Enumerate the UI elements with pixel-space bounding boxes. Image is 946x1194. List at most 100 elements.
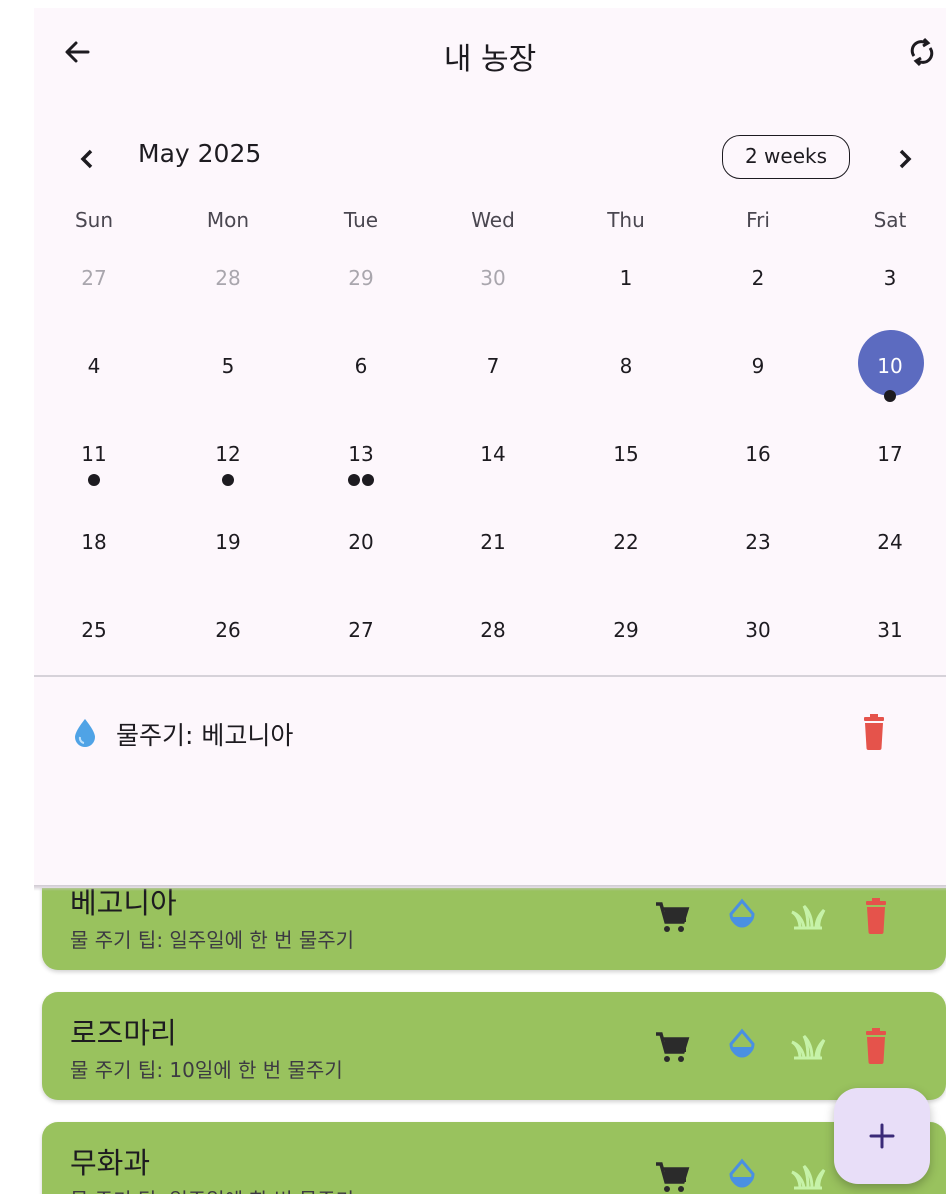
calendar-day[interactable]: 3 <box>824 248 946 334</box>
calendar-day[interactable]: 2 <box>692 248 824 334</box>
calendar-day[interactable]: 12 <box>162 424 294 510</box>
event-label: 물주기: 베고니아 <box>116 721 294 750</box>
calendar-day[interactable]: 30 <box>692 600 824 686</box>
event-markers <box>162 474 294 486</box>
water-level-icon[interactable] <box>722 896 762 936</box>
day-number: 30 <box>745 618 771 642</box>
day-number: 24 <box>877 530 903 554</box>
day-number: 17 <box>877 442 903 466</box>
plant-name: 베고니아 <box>70 888 177 920</box>
app-bar: 내 농장 <box>34 8 946 100</box>
plant-card[interactable]: 로즈마리 물 주기 팁: 10일에 한 번 물주기 <box>42 992 946 1100</box>
event-markers <box>34 474 160 486</box>
calendar-day[interactable]: 7 <box>427 336 559 422</box>
format-button[interactable]: 2 weeks <box>722 135 850 179</box>
day-number: 11 <box>81 442 107 466</box>
plus-icon <box>862 1116 902 1156</box>
day-number: 14 <box>480 442 506 466</box>
shopping-cart-icon[interactable] <box>652 1156 692 1194</box>
calendar-day[interactable]: 8 <box>560 336 692 422</box>
trash-icon[interactable] <box>856 896 896 936</box>
grass-icon[interactable] <box>788 1026 828 1066</box>
event-item[interactable]: 물주기: 베고니아 <box>70 708 900 756</box>
calendar-day[interactable]: 28 <box>427 600 559 686</box>
calendar-day[interactable]: 1 <box>560 248 692 334</box>
day-number: 26 <box>215 618 241 642</box>
chevron-left-icon[interactable] <box>70 141 106 177</box>
grass-icon[interactable] <box>788 896 828 936</box>
calendar-day[interactable]: 24 <box>824 512 946 598</box>
day-number: 27 <box>348 618 374 642</box>
calendar-day[interactable]: 23 <box>692 512 824 598</box>
shopping-cart-icon[interactable] <box>652 1026 692 1066</box>
calendar-day[interactable]: 21 <box>427 512 559 598</box>
weekday-label: Tue <box>343 208 379 232</box>
calendar-day[interactable]: 25 <box>34 600 160 686</box>
day-number: 5 <box>221 354 235 378</box>
trash-icon[interactable] <box>856 712 892 752</box>
calendar-day[interactable]: 16 <box>692 424 824 510</box>
day-number: 27 <box>81 266 107 290</box>
calendar-day[interactable]: 18 <box>34 512 160 598</box>
calendar-day[interactable]: 13 <box>295 424 427 510</box>
plant-list: 베고니아 물 주기 팁: 일주일에 한 번 물주기 로즈마리 물 주기 팁: 1… <box>34 888 946 1194</box>
day-number: 7 <box>486 354 500 378</box>
plant-card[interactable]: 베고니아 물 주기 팁: 일주일에 한 번 물주기 <box>42 888 946 970</box>
chevron-right-icon[interactable] <box>886 141 922 177</box>
event-dot <box>88 474 100 486</box>
grass-icon[interactable] <box>788 1156 828 1194</box>
calendar-day[interactable]: 9 <box>692 336 824 422</box>
water-drop-icon <box>74 718 96 748</box>
calendar-day[interactable]: 27 <box>34 248 160 334</box>
sync-icon[interactable] <box>902 32 942 72</box>
day-number: 23 <box>745 530 771 554</box>
calendar-day[interactable]: 28 <box>162 248 294 334</box>
calendar-day[interactable]: 5 <box>162 336 294 422</box>
calendar-day[interactable]: 14 <box>427 424 559 510</box>
calendar-grid: 27 28 29 30 1 2 3 4 5 6 7 8 9 10 11 12 13 14 15 16 17 18 19 20 2… <box>34 248 946 676</box>
panel-shadow <box>34 885 946 891</box>
calendar-day[interactable]: 15 <box>560 424 692 510</box>
water-level-icon[interactable] <box>722 1156 762 1194</box>
weekday-label: Thu <box>607 208 645 232</box>
plant-tip: 물 주기 팁: 일주일에 한 번 물주기 <box>70 928 355 952</box>
calendar-day[interactable]: 29 <box>560 600 692 686</box>
calendar-day[interactable]: 22 <box>560 512 692 598</box>
day-number: 31 <box>877 618 903 642</box>
calendar-day-selected[interactable]: 10 <box>824 330 946 422</box>
divider <box>34 675 946 677</box>
calendar-day[interactable]: 20 <box>295 512 427 598</box>
day-number: 2 <box>751 266 765 290</box>
event-dot <box>362 474 374 486</box>
water-level-icon[interactable] <box>722 1026 762 1066</box>
calendar-day[interactable]: 31 <box>824 600 946 686</box>
trash-icon[interactable] <box>856 1026 896 1066</box>
plant-card[interactable]: 무화과 물 주기 팁: 일주일에 한 번 물주기 <box>42 1122 946 1194</box>
calendar-day[interactable]: 4 <box>34 336 160 422</box>
day-number: 21 <box>480 530 506 554</box>
calendar-day[interactable]: 30 <box>427 248 559 334</box>
event-markers <box>824 390 946 402</box>
add-plant-button[interactable] <box>834 1088 930 1184</box>
event-dot <box>884 390 896 402</box>
event-markers <box>295 474 427 486</box>
calendar-day[interactable]: 19 <box>162 512 294 598</box>
calendar-day[interactable]: 17 <box>824 424 946 510</box>
day-number: 15 <box>613 442 639 466</box>
calendar-day[interactable]: 26 <box>162 600 294 686</box>
shopping-cart-icon[interactable] <box>652 896 692 936</box>
calendar-day[interactable]: 11 <box>34 424 160 510</box>
calendar-day[interactable]: 6 <box>295 336 427 422</box>
calendar-day[interactable]: 29 <box>295 248 427 334</box>
plant-tip: 물 주기 팁: 10일에 한 번 물주기 <box>70 1058 343 1082</box>
weekday-label: Sun <box>74 208 114 232</box>
calendar-day[interactable]: 27 <box>295 600 427 686</box>
plant-tip: 물 주기 팁: 일주일에 한 번 물주기 <box>70 1184 354 1194</box>
day-number: 18 <box>81 530 107 554</box>
day-number: 10 <box>877 354 903 378</box>
day-number: 3 <box>883 266 897 290</box>
day-number: 30 <box>480 266 506 290</box>
day-number: 25 <box>81 618 107 642</box>
day-number: 8 <box>619 354 633 378</box>
day-number: 28 <box>215 266 241 290</box>
